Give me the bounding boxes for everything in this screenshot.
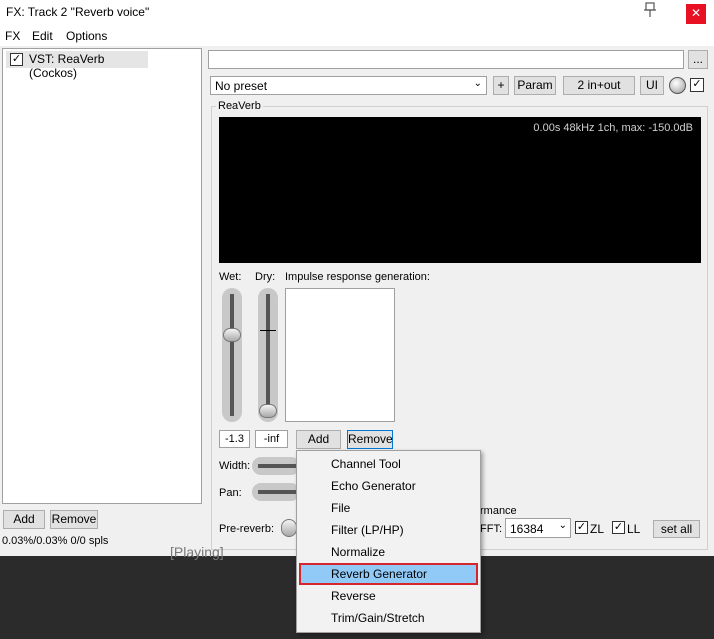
ir-display-text: 0.00s 48kHz 1ch, max: -150.0dB [533,122,693,134]
fx-add-button[interactable]: Add [3,510,45,529]
fft-select-value: 16384 [510,522,544,536]
playing-status: [Playing] [170,544,224,560]
prereverb-knob-icon[interactable] [281,519,297,537]
menu-item-reverse[interactable]: Reverse [299,585,478,607]
fx-remove-button[interactable]: Remove [50,510,98,529]
ir-remove-button[interactable]: Remove [347,430,393,449]
wet-slider-handle[interactable] [223,328,241,342]
dry-slider-handle[interactable] [259,404,277,418]
wet-label: Wet: [219,271,242,283]
ll-checkbox[interactable]: ✓ [612,521,625,534]
prereverb-label: Pre-reverb: [219,523,275,535]
menu-item-channel-tool[interactable]: Channel Tool [299,453,478,475]
param-button[interactable]: Param [514,76,556,95]
menu-bar: FX Edit Options [0,26,714,46]
menu-item-reverb-generator[interactable]: Reverb Generator [299,563,478,585]
ir-generation-label: Impulse response generation: [285,271,430,283]
menu-item-trim-gain-stretch[interactable]: Trim/Gain/Stretch [299,607,478,629]
ir-generator-list[interactable] [285,288,395,422]
fft-label: FFT: [480,523,502,535]
menu-options[interactable]: Options [66,29,107,43]
wet-slider[interactable] [222,288,242,422]
fx-enabled-checkbox[interactable]: ✓ [10,53,23,66]
ir-generator-menu: Channel Tool Echo Generator File Filter … [296,450,481,633]
ui-button[interactable]: UI [640,76,664,95]
pin-icon[interactable] [640,2,660,22]
menu-item-file[interactable]: File [299,497,478,519]
fft-select[interactable]: 16384 ⌄ [505,518,571,538]
menu-fx[interactable]: FX [5,29,20,43]
dry-value[interactable]: -inf [255,430,288,448]
cpu-status: 0.03%/0.03% 0/0 spls [2,535,109,547]
fx-chain-item-label: VST: ReaVerb (Cockos) [29,52,105,80]
menu-item-normalize[interactable]: Normalize [299,541,478,563]
width-label: Width: [219,460,251,472]
zl-label: ZL [590,522,605,536]
chevron-down-icon: ⌄ [558,520,567,531]
performance-label: rmance [480,505,517,517]
fx-chain-list[interactable]: ✓ VST: ReaVerb (Cockos) [2,48,202,504]
width-slider[interactable] [252,457,300,475]
dry-slider[interactable] [258,288,278,422]
ir-display: 0.00s 48kHz 1ch, max: -150.0dB [219,117,701,263]
bypass-checkbox[interactable]: ✓ [690,78,704,92]
pan-slider[interactable] [252,483,300,501]
menu-item-filter[interactable]: Filter (LP/HP) [299,519,478,541]
set-all-button[interactable]: set all [653,520,700,538]
dry-label: Dry: [255,271,276,283]
ir-add-button[interactable]: Add [296,430,341,449]
pan-label: Pan: [219,487,242,499]
zl-checkbox[interactable]: ✓ [575,521,588,534]
preset-select-value: No preset [215,79,268,93]
ll-label: LL [627,522,641,536]
preset-select[interactable]: No preset ⌄ [210,76,487,95]
wet-value[interactable]: -1.3 [219,430,250,448]
title-bar: FX: Track 2 "Reverb voice" ✕ [0,0,714,26]
preset-name-field[interactable] [208,50,684,69]
wet-knob-icon[interactable] [669,77,686,94]
browse-button[interactable]: ... [688,50,708,69]
io-button[interactable]: 2 in+out [563,76,635,95]
close-icon[interactable]: ✕ [686,4,706,24]
chevron-down-icon: ⌄ [473,78,482,89]
menu-item-echo-generator[interactable]: Echo Generator [299,475,478,497]
window-title: FX: Track 2 "Reverb voice" [6,5,150,19]
plugin-name: ReaVerb [216,100,263,112]
fx-chain-item[interactable]: ✓ VST: ReaVerb (Cockos) [6,51,148,80]
menu-edit[interactable]: Edit [32,29,53,43]
preset-add-button[interactable]: + [493,76,509,95]
